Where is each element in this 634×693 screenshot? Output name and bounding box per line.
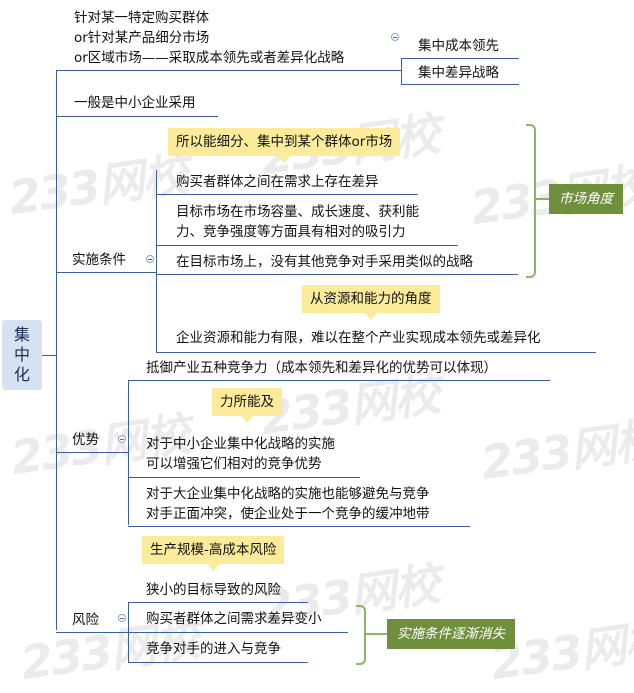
risk-tag[interactable]: 实施条件逐渐消失 [387, 619, 515, 649]
option-underline [401, 84, 519, 85]
root-connector [42, 355, 56, 356]
root-char: 集 [13, 325, 30, 344]
market-callout: 所以能细分、集中到某个群体or市场 [168, 128, 401, 163]
risk-callout: 生产规模-高成本风险 [142, 536, 285, 571]
condition-item[interactable]: 力、竞争强度等方面具有相对的吸引力 [176, 222, 406, 242]
intro-split-line [401, 58, 402, 84]
advantage-underline [128, 477, 360, 478]
risk-item[interactable]: 狭小的目标导致的风险 [146, 580, 281, 600]
risk-underline [128, 602, 308, 603]
general-node[interactable]: 一般是中小企业采用 [74, 93, 196, 113]
conditions-branch-line [156, 170, 157, 353]
risks-underline [56, 632, 128, 633]
advantage-item[interactable]: 对于大企业集中化战略的实施也能够避免与竞争 [146, 484, 430, 504]
conditions-label[interactable]: 实施条件 [72, 250, 126, 270]
option-node[interactable]: 集中差异战略 [418, 63, 499, 83]
root-node[interactable]: 集 中 化 [2, 320, 42, 390]
collapse-toggle[interactable] [391, 33, 399, 41]
advantage-callout: 力所能及 [212, 388, 282, 423]
condition-underline [156, 274, 518, 275]
advantage-item[interactable]: 对手正面冲突，使企业处于一个竞争的缓冲地带 [146, 504, 430, 524]
advantage-item[interactable]: 抵御产业五种竞争力（成本领先和差异化的优势可以体现） [146, 358, 497, 378]
market-brace-tip [535, 198, 549, 200]
root-char: 中 [13, 345, 30, 364]
intro-underline [56, 70, 401, 71]
market-tag[interactable]: 市场角度 [549, 184, 623, 214]
advantage-underline [128, 380, 550, 381]
risk-underline [128, 662, 308, 663]
advantage-underline [128, 526, 470, 527]
condition-item[interactable]: 在目标市场上，没有其他竞争对手采用类似的战略 [176, 252, 473, 272]
intro-line: or区域市场——采取成本领先或者差异化战略 [74, 50, 345, 66]
condition-underline [156, 245, 458, 246]
risk-brace-tip [365, 633, 387, 635]
resource-callout: 从资源和能力的角度 [302, 285, 440, 320]
advantage-item[interactable]: 可以增强它们相对的竞争优势 [146, 454, 322, 474]
risk-brace [356, 605, 366, 665]
advantages-branch-line [128, 380, 129, 525]
advantage-item[interactable]: 对于中小企业集中化战略的实施 [146, 434, 335, 454]
resource-item[interactable]: 企业资源和能力有限，难以在整个产业实现成本领先或差异化 [176, 328, 541, 348]
advantages-label[interactable]: 优势 [72, 430, 99, 450]
risk-underline [128, 632, 348, 633]
intro-line: 针对某一特定购买群体 [74, 10, 209, 26]
risk-item[interactable]: 购买者群体之间需求差异变小 [146, 609, 322, 629]
conditions-underline [56, 272, 156, 273]
condition-item[interactable]: 购买者群体之间在需求上存在差异 [176, 172, 379, 192]
risks-label[interactable]: 风险 [72, 610, 99, 630]
general-underline [56, 116, 218, 117]
collapse-toggle[interactable] [118, 435, 126, 443]
risk-item[interactable]: 竞争对手的进入与竞争 [146, 639, 281, 659]
collapse-toggle[interactable] [146, 255, 154, 263]
condition-underline [156, 194, 418, 195]
advantages-underline [56, 452, 128, 453]
trunk-line [56, 70, 57, 630]
resource-underline [156, 352, 596, 353]
root-char: 化 [13, 365, 30, 384]
market-brace [526, 124, 536, 278]
condition-item[interactable]: 目标市场在市场容量、成长速度、获利能 [176, 202, 419, 222]
option-underline [401, 58, 519, 59]
option-node[interactable]: 集中成本领先 [418, 36, 499, 56]
collapse-toggle[interactable] [118, 614, 126, 622]
watermark: 233网校 [477, 411, 634, 491]
watermark: 233网校 [5, 146, 190, 226]
intro-line: or针对某产品细分市场 [74, 30, 210, 46]
